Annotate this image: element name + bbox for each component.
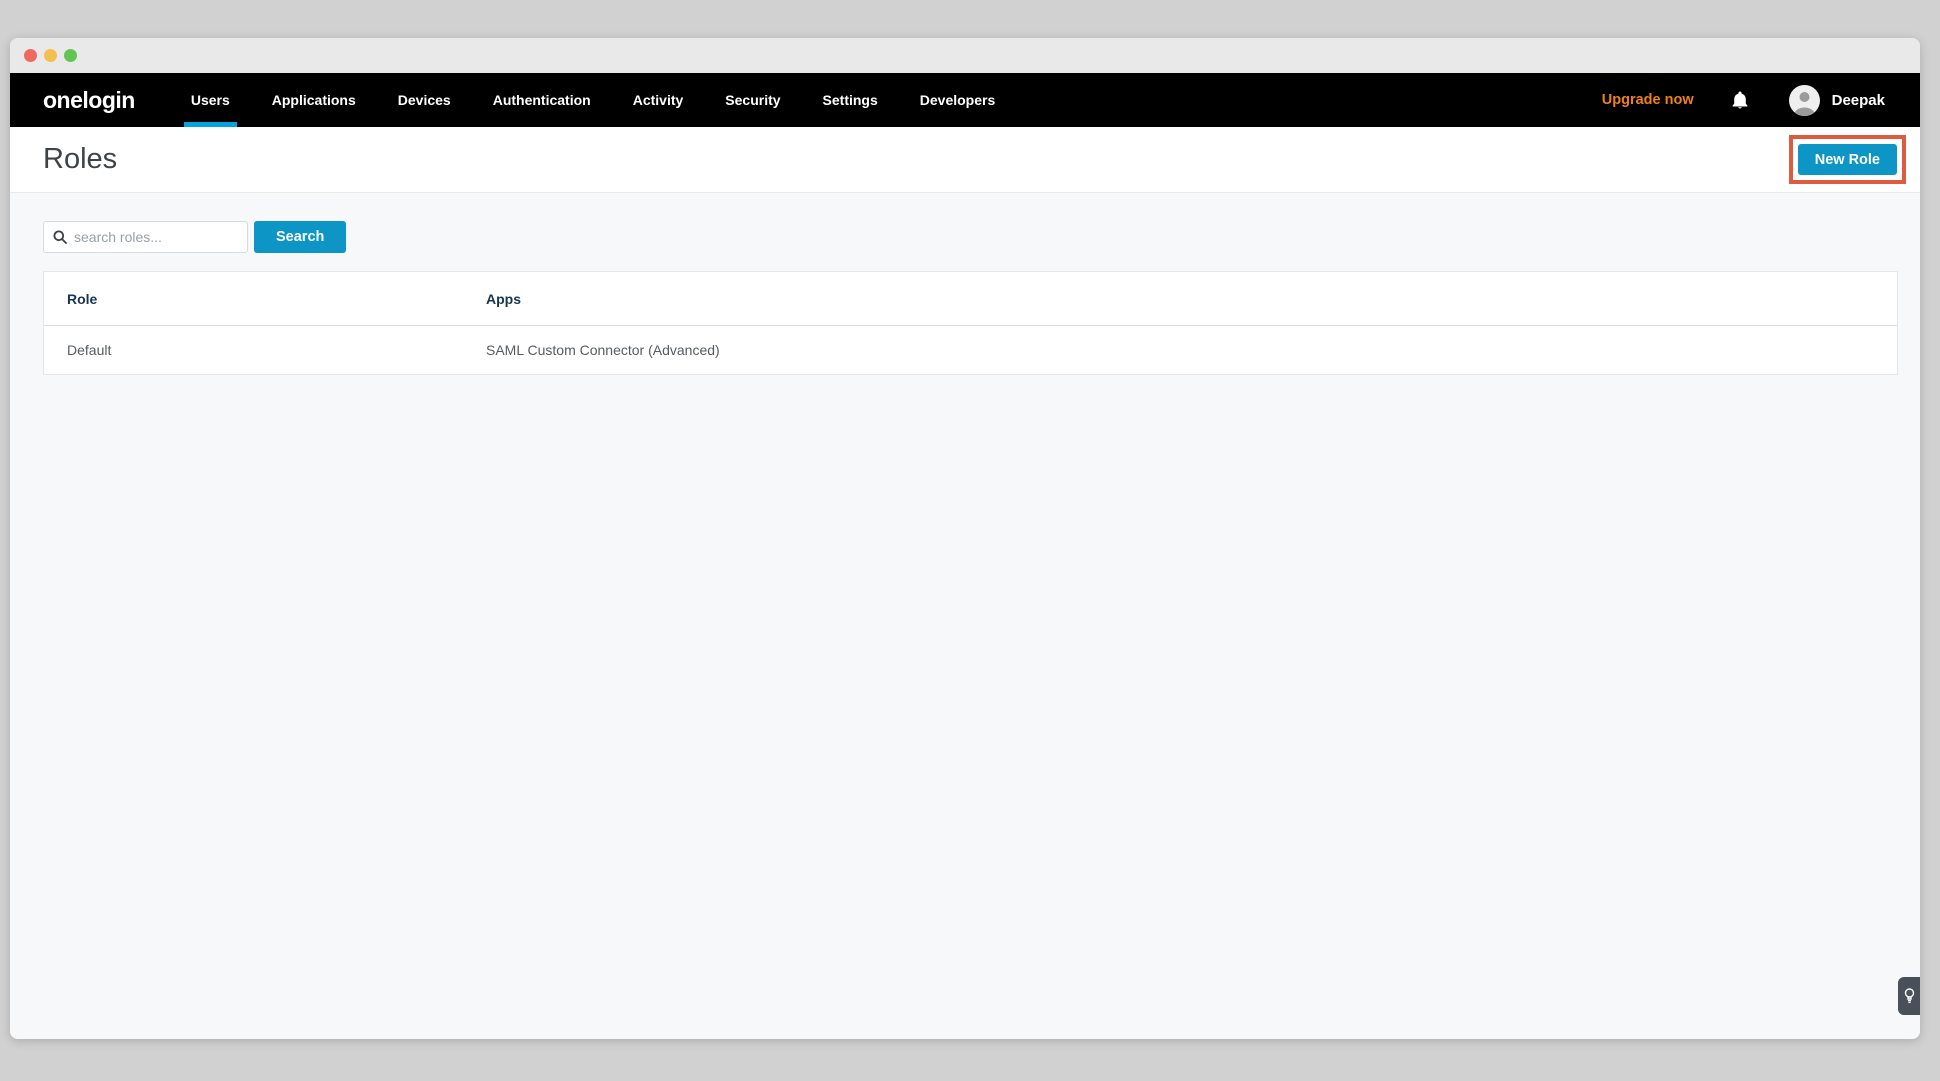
bell-icon [1731, 90, 1749, 110]
annotation-highlight-box: New Role [1789, 135, 1906, 184]
search-box [43, 221, 248, 253]
upgrade-now-link[interactable]: Upgrade now [1602, 92, 1694, 108]
roles-table: Role Apps Default SAML Custom Connector … [43, 271, 1898, 375]
nav-item-authentication[interactable]: Authentication [486, 73, 598, 127]
nav-item-label: Developers [920, 92, 995, 108]
browser-window: onelogin Users Applications Devices Auth… [10, 38, 1920, 1039]
search-icon [53, 230, 67, 244]
help-tab[interactable] [1898, 977, 1920, 1015]
page-body: Search Role Apps Default SAML Custom Con… [10, 193, 1920, 1039]
user-avatar[interactable] [1789, 85, 1820, 116]
table-header-row: Role Apps [44, 272, 1897, 326]
nav-item-label: Activity [633, 92, 684, 108]
onelogin-logo[interactable]: onelogin [43, 87, 135, 114]
nav-item-label: Applications [272, 92, 356, 108]
role-apps-cell: SAML Custom Connector (Advanced) [486, 342, 1897, 358]
notifications-bell-icon[interactable] [1731, 90, 1749, 110]
table-row[interactable]: Default SAML Custom Connector (Advanced) [44, 326, 1897, 374]
column-header-apps: Apps [486, 291, 1897, 307]
page-title: Roles [43, 143, 117, 176]
close-window-button[interactable] [24, 49, 37, 62]
minimize-window-button[interactable] [44, 49, 57, 62]
nav-item-applications[interactable]: Applications [265, 73, 363, 127]
search-roles-input[interactable] [74, 229, 238, 245]
window-titlebar [10, 38, 1920, 73]
search-row: Search [43, 221, 1898, 253]
nav-item-settings[interactable]: Settings [816, 73, 885, 127]
search-button[interactable]: Search [254, 221, 346, 253]
top-navbar: onelogin Users Applications Devices Auth… [10, 73, 1920, 127]
nav-item-devices[interactable]: Devices [391, 73, 458, 127]
new-role-button[interactable]: New Role [1798, 144, 1897, 175]
user-name[interactable]: Deepak [1832, 92, 1885, 109]
nav-item-developers[interactable]: Developers [913, 73, 1002, 127]
nav-item-label: Settings [823, 92, 878, 108]
nav-item-activity[interactable]: Activity [626, 73, 691, 127]
nav-item-label: Users [191, 92, 230, 108]
lightbulb-icon [1904, 988, 1915, 1004]
nav-item-label: Security [725, 92, 780, 108]
nav-item-label: Devices [398, 92, 451, 108]
column-header-role: Role [67, 291, 486, 307]
nav-item-security[interactable]: Security [718, 73, 787, 127]
nav-right-group: Upgrade now Deepak [1602, 73, 1885, 127]
nav-item-users[interactable]: Users [184, 73, 237, 127]
nav-items: Users Applications Devices Authenticatio… [184, 73, 1002, 127]
person-icon [1789, 85, 1820, 116]
maximize-window-button[interactable] [64, 49, 77, 62]
nav-item-label: Authentication [493, 92, 591, 108]
role-name-cell[interactable]: Default [67, 342, 486, 358]
page-header: Roles New Role [10, 127, 1920, 193]
